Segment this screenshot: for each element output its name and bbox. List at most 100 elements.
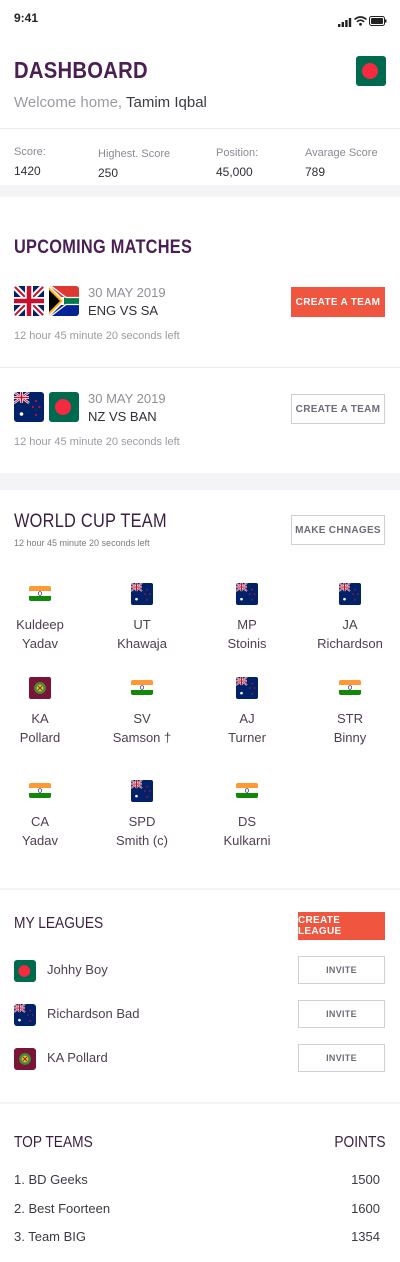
match-date: 30 MAY 2019 xyxy=(88,285,166,300)
england-flag-icon xyxy=(14,286,44,316)
team-points: 1600 xyxy=(351,1201,380,1216)
stat-value: 250 xyxy=(98,166,119,180)
player-card[interactable]: MP Stoinis xyxy=(202,583,292,663)
create-team-button[interactable]: CREATE A TEAM xyxy=(291,287,385,317)
stat-label: Position: xyxy=(216,147,259,159)
stat-label: Avarage Score xyxy=(305,147,378,159)
welcome-label: Welcome home, xyxy=(14,94,123,111)
battery-icon xyxy=(369,13,387,26)
wifi-icon xyxy=(353,13,368,26)
team-points: 1500 xyxy=(351,1172,380,1187)
player-surname: Khawaja xyxy=(117,636,167,651)
header-card: DASHBOARD Welcome home, Tamim Iqbal Scor… xyxy=(0,40,400,185)
leagues-title: MY LEAGUES xyxy=(14,915,104,932)
team-name: 2. Best Foorteen xyxy=(14,1201,111,1216)
player-card[interactable]: Kuldeep Yadav xyxy=(0,583,85,663)
player-card[interactable]: CA Yadav xyxy=(0,780,85,860)
page-title: DASHBOARD xyxy=(14,57,148,83)
stat-score: Score: 1420 xyxy=(14,146,46,178)
match-teams: NZ VS BAN xyxy=(88,409,157,424)
player-card[interactable]: UT Khawaja xyxy=(97,583,187,663)
player-initials: STR xyxy=(337,711,363,726)
match-row[interactable]: 30 MAY 2019 NZ VS BAN CREATE A TEAM 12 h… xyxy=(0,385,400,471)
league-item[interactable]: KA Pollard INVITE xyxy=(0,1044,400,1074)
welcome-text: Welcome home, Tamim Iqbal xyxy=(14,94,207,111)
make-changes-button[interactable]: MAKE CHNAGES xyxy=(291,515,385,545)
my-leagues-card: MY LEAGUES CREATE LEAGUE Johhy Boy INVIT… xyxy=(0,890,400,1102)
top-teams-title: TOP TEAMS xyxy=(14,1134,93,1151)
upcoming-title: UPCOMING MATCHES xyxy=(14,237,193,258)
bangladesh-flag-icon xyxy=(14,960,36,982)
invite-button[interactable]: INVITE xyxy=(298,956,385,984)
australia-flag-icon xyxy=(131,780,153,802)
player-card[interactable]: SV Samson † xyxy=(97,677,187,757)
player-surname: Turner xyxy=(228,730,266,745)
player-initials: CA xyxy=(30,814,50,829)
player-card[interactable]: AJ Turner xyxy=(202,677,292,757)
league-item[interactable]: Richardson Bad INVITE xyxy=(0,1000,400,1030)
india-flag-icon xyxy=(29,783,51,798)
create-team-button[interactable]: CREATE A TEAM xyxy=(291,394,385,424)
player-initials: KA xyxy=(31,711,49,726)
match-teams: ENG VS SA xyxy=(88,303,159,318)
player-card[interactable]: KA Pollard xyxy=(0,677,85,757)
match-countdown: 12 hour 45 minute 20 seconds left xyxy=(14,436,180,448)
signal-icon xyxy=(338,14,352,27)
world-cup-team-card: WORLD CUP TEAM 12 hour 45 minute 20 seco… xyxy=(0,490,400,888)
stat-label: Score: xyxy=(14,146,46,158)
match-row[interactable]: 30 MAY 2019 ENG VS SA CREATE A TEAM 12 h… xyxy=(0,279,400,365)
player-card[interactable]: SPD Smith (c) xyxy=(97,780,187,860)
team-points: 1354 xyxy=(351,1229,380,1244)
league-name: KA Pollard xyxy=(47,1050,108,1065)
bangladesh-flag-icon xyxy=(49,392,79,422)
west-indies-flag-icon xyxy=(29,677,51,699)
australia-flag-icon xyxy=(236,677,258,699)
stat-average-score: Avarage Score 789 xyxy=(305,147,378,179)
top-teams-card: TOP TEAMS POINTS 1. BD Geeks 1500 2. Bes… xyxy=(0,1104,400,1262)
player-initials: SPD xyxy=(128,814,156,829)
player-initials: UT xyxy=(133,617,151,632)
player-surname: Stoinis xyxy=(227,636,267,651)
player-surname: Samson † xyxy=(112,730,172,745)
india-flag-icon xyxy=(131,680,153,695)
team-name: 1. BD Geeks xyxy=(14,1172,88,1187)
world-cup-title: WORLD CUP TEAM xyxy=(14,511,167,532)
player-card[interactable]: STR Binny xyxy=(305,677,395,757)
player-initials: MP xyxy=(237,617,257,632)
team-row[interactable]: 3. Team BIG 1354 xyxy=(0,1229,400,1251)
player-initials: Kuldeep xyxy=(16,617,64,632)
india-flag-icon xyxy=(236,783,258,798)
stat-value: 1420 xyxy=(14,164,41,178)
match-date: 30 MAY 2019 xyxy=(88,391,166,406)
australia-flag-icon xyxy=(236,583,258,605)
australia-flag-icon xyxy=(14,1004,36,1026)
south-africa-flag-icon xyxy=(49,286,79,316)
create-league-button[interactable]: CREATE LEAGUE xyxy=(298,912,385,940)
player-initials: DS xyxy=(237,814,257,829)
player-surname: Richardson xyxy=(317,636,383,651)
invite-button[interactable]: INVITE xyxy=(298,1044,385,1072)
player-surname: Pollard xyxy=(19,730,61,745)
stat-value: 45,000 xyxy=(216,165,253,179)
india-flag-icon xyxy=(29,586,51,601)
india-flag-icon xyxy=(339,680,361,695)
league-name: Johhy Boy xyxy=(47,962,108,977)
player-card[interactable]: JA Richardson xyxy=(305,583,395,663)
team-row[interactable]: 1. BD Geeks 1500 xyxy=(0,1172,400,1194)
league-item[interactable]: Johhy Boy INVITE xyxy=(0,956,400,986)
stat-position: Position: 45,000 xyxy=(216,147,258,179)
user-name: Tamim Iqbal xyxy=(126,94,207,111)
player-surname: Yadav xyxy=(22,636,58,651)
team-name: 3. Team BIG xyxy=(14,1229,87,1244)
league-name: Richardson Bad xyxy=(47,1006,140,1021)
upcoming-matches-card: UPCOMING MATCHES 30 MAY 2019 ENG VS SA C… xyxy=(0,197,400,473)
player-initials: AJ xyxy=(239,711,255,726)
invite-button[interactable]: INVITE xyxy=(298,1000,385,1028)
match-countdown: 12 hour 45 minute 20 seconds left xyxy=(14,330,180,342)
australia-flag-icon xyxy=(339,583,361,605)
bangladesh-flag-icon xyxy=(356,56,386,86)
world-cup-countdown: 12 hour 45 minute 20 seconds left xyxy=(14,538,150,548)
player-card[interactable]: DS Kulkarni xyxy=(202,780,292,860)
team-row[interactable]: 2. Best Foorteen 1600 xyxy=(0,1201,400,1223)
stat-label: Highest. Score xyxy=(98,148,171,160)
